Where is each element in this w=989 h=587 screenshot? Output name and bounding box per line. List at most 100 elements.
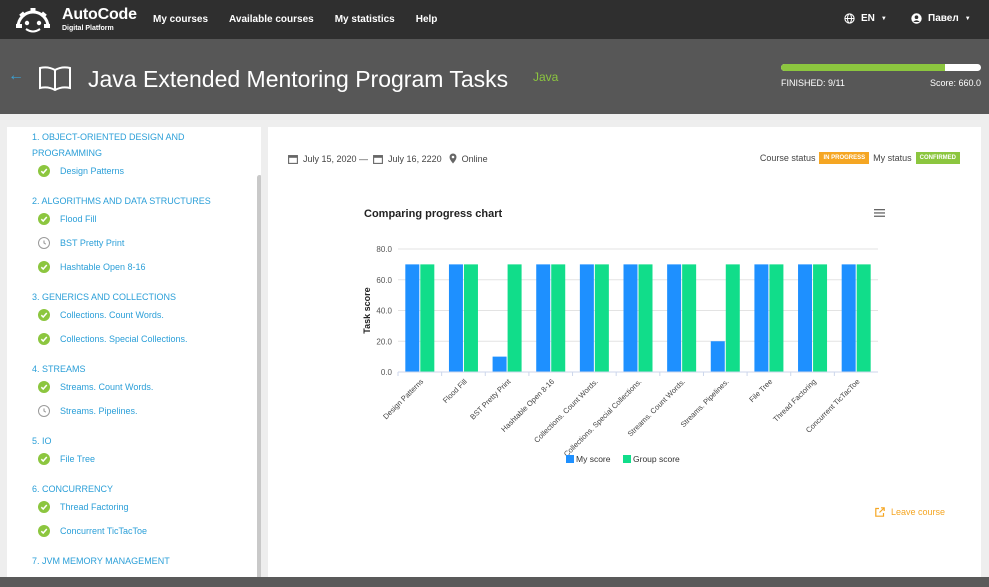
check-circle-icon xyxy=(38,165,50,177)
y-tick-label: 80.0 xyxy=(376,245,392,254)
comparing-progress-chart: 0.0 20.0 40.0 60.0 80.0 Task score Design Patt… xyxy=(362,245,878,464)
sidebar-task-item[interactable]: Concurrent TicTacToe xyxy=(38,525,147,537)
task-label: Streams. Pipelines. xyxy=(60,406,138,416)
x-tick-label: Thread Factoring xyxy=(771,377,818,424)
bar-my-score xyxy=(710,341,725,372)
course-header: ← Java Extended Mentoring Program Tasks … xyxy=(0,39,989,114)
sidebar-section-header[interactable]: 3. GENERICS AND COLLECTIONS xyxy=(32,289,212,305)
footer-strip xyxy=(0,577,989,587)
chevron-down-icon: ▼ xyxy=(880,15,887,22)
course-progress-fill xyxy=(781,64,945,71)
user-name: Павел xyxy=(928,13,959,24)
x-tick-label: Streams. Pipelines. xyxy=(679,377,731,429)
sidebar-task-item[interactable]: Collections. Count Words. xyxy=(38,309,164,321)
bar-my-score xyxy=(798,264,813,372)
bar-group-score xyxy=(463,264,478,372)
sidebar-section-header[interactable]: 4. STREAMS xyxy=(32,361,212,377)
chart-menu-icon[interactable] xyxy=(874,208,885,218)
chart-title: Comparing progress chart xyxy=(364,208,503,220)
task-label: Collections. Count Words. xyxy=(60,310,164,320)
task-label: File Tree xyxy=(60,454,96,464)
x-tick-label: BST Pretty Print xyxy=(468,376,513,421)
task-label: Concurrent TicTacToe xyxy=(60,526,148,536)
bar-group-score xyxy=(420,264,435,372)
sidebar-section-header[interactable]: 6. CONCURRENCY xyxy=(32,481,212,497)
calendar-icon xyxy=(288,154,298,164)
sidebar-section-header[interactable]: 2. ALGORITHMS AND DATA STRUCTURES xyxy=(32,193,212,209)
my-status-label: My status xyxy=(873,153,912,163)
total-score: Score: 660.0 xyxy=(929,78,981,88)
task-label: Thread Factoring xyxy=(60,502,129,512)
external-link-icon xyxy=(875,507,885,517)
sidebar-section-header[interactable]: 7. JVM MEMORY MANAGEMENT xyxy=(32,553,212,569)
check-circle-icon xyxy=(38,501,50,513)
task-label: Design Patterns xyxy=(60,166,125,176)
sidebar-task-item[interactable]: Thread Factoring xyxy=(38,501,129,513)
language-selector[interactable]: EN ▼ xyxy=(844,13,887,24)
nav-my-statistics[interactable]: My statistics xyxy=(335,14,395,25)
bar-group-score xyxy=(856,264,871,372)
sidebar-task-item[interactable]: Streams. Count Words. xyxy=(38,381,153,393)
bar-group-score xyxy=(638,264,653,372)
nav-help[interactable]: Help xyxy=(416,14,438,25)
task-label: Flood Fill xyxy=(60,214,97,224)
check-circle-icon xyxy=(38,261,50,273)
bar-my-score xyxy=(667,264,682,372)
course-status-label: Course status xyxy=(759,153,816,163)
sidebar-task-item[interactable]: Streams. Pipelines. xyxy=(38,405,138,417)
top-nav: AutoCode Digital Platform My courses Ava… xyxy=(0,0,989,39)
globe-icon xyxy=(844,13,855,24)
sidebar-task-item[interactable]: Flood Fill xyxy=(38,213,97,225)
sidebar-task-item[interactable]: Design Patterns xyxy=(38,165,124,177)
brand-logo[interactable]: AutoCode Digital Platform xyxy=(14,5,144,35)
task-label: Collections. Special Collections. xyxy=(60,334,188,344)
user-menu[interactable]: Павел ▼ xyxy=(911,13,971,24)
leave-course-link[interactable]: Leave course xyxy=(875,507,945,517)
bar-my-score xyxy=(536,264,551,372)
clock-icon xyxy=(38,405,50,417)
sidebar-section-header[interactable]: 1. OBJECT-ORIENTED DESIGN AND PROGRAMMIN… xyxy=(32,129,212,161)
sidebar-section-header[interactable]: 5. IO xyxy=(32,433,212,449)
sidebar-task-item[interactable]: Collections. Special Collections. xyxy=(38,333,188,345)
book-icon xyxy=(39,66,71,91)
legend-swatch xyxy=(623,455,631,463)
bar-group-score xyxy=(725,264,740,372)
bar-group-score xyxy=(594,264,609,372)
nav-available-courses[interactable]: Available courses xyxy=(229,14,314,25)
sidebar-task-item[interactable]: BST Pretty Print xyxy=(38,237,124,249)
check-circle-icon xyxy=(38,309,50,321)
y-axis-label: Task score xyxy=(362,287,372,333)
y-tick-label: 20.0 xyxy=(376,337,392,346)
chevron-down-icon: ▼ xyxy=(964,15,971,22)
bar-my-score xyxy=(754,264,769,372)
main-nav: My courses Available courses My statisti… xyxy=(153,14,458,25)
nav-my-courses[interactable]: My courses xyxy=(153,14,208,25)
check-circle-icon xyxy=(38,333,50,345)
task-label: Hashtable Open 8-16 xyxy=(60,262,146,272)
y-tick-label: 40.0 xyxy=(376,307,392,316)
calendar-icon xyxy=(373,154,383,164)
check-circle-icon xyxy=(38,453,50,465)
task-label: Streams. Count Words. xyxy=(60,382,154,392)
sidebar-task-item[interactable]: Hashtable Open 8-16 xyxy=(38,261,146,273)
bar-my-score xyxy=(623,264,638,372)
back-arrow-icon[interactable]: ← xyxy=(8,67,24,85)
sidebar-task-item[interactable]: File Tree xyxy=(38,453,95,465)
bar-my-score xyxy=(405,264,420,372)
bar-group-score xyxy=(682,264,697,372)
check-circle-icon xyxy=(38,525,50,537)
finished-count: FINISHED: 9/11 xyxy=(781,78,845,88)
x-tick-label: Collections. Special Collections. xyxy=(562,377,644,459)
course-dates: July 15, 2020 — July 16, 2220 Online xyxy=(288,153,488,164)
bar-my-score xyxy=(448,264,463,372)
course-mode: Online xyxy=(461,153,488,164)
course-main-panel: July 15, 2020 — July 16, 2220 Online Cou… xyxy=(268,127,981,587)
bar-group-score xyxy=(551,264,566,372)
course-status-badge: IN PROGRESS xyxy=(819,152,870,164)
legend-label: Group score xyxy=(633,454,680,464)
my-status-badge: CONFIRMED xyxy=(915,152,960,164)
bar-my-score xyxy=(841,264,856,372)
sidebar-scrollbar[interactable] xyxy=(257,175,261,587)
language-tag: Java xyxy=(533,70,559,84)
start-date: July 15, 2020 — xyxy=(303,153,369,164)
